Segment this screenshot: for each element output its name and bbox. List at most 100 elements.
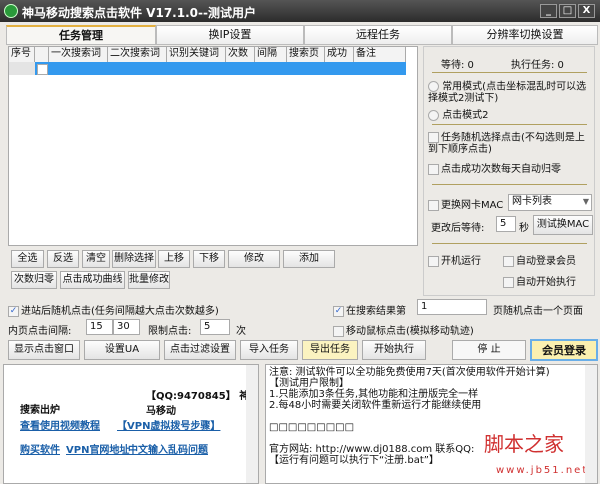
buy-software-link[interactable]: 购买软件 xyxy=(20,441,60,456)
divider xyxy=(432,184,587,185)
show-click-window-button[interactable]: 显示点击窗口 xyxy=(8,340,80,360)
checkbox-icon xyxy=(503,276,514,288)
random-click-checkbox[interactable]: ✓ 进站后随机点击(任务间隔越大点击次数越多) xyxy=(8,302,219,317)
col-notes[interactable]: 备注 xyxy=(354,47,406,62)
row-checkbox[interactable] xyxy=(37,64,48,75)
startup-checkbox[interactable]: 开机运行 xyxy=(428,252,481,267)
checkbox-icon xyxy=(428,199,439,211)
tab-resolution-settings[interactable]: 分辨率切换设置 xyxy=(452,25,598,45)
row-header xyxy=(9,62,35,75)
watermark-logo: 脚本之家 xyxy=(484,432,564,456)
random-select-label: 任务随机选择点击(不勾选则是上到下顺序点击) xyxy=(428,132,585,155)
interval-min-input[interactable]: 15 xyxy=(86,319,113,335)
mode2-label: 点击模式2 xyxy=(442,110,489,121)
checkbox-icon xyxy=(428,163,439,175)
notice-line: 2.每48小时需要关闭软件重新运行才能继续使用 xyxy=(269,400,482,411)
scrollbar[interactable] xyxy=(246,365,258,483)
success-curve-button[interactable]: 点击成功曲线 xyxy=(60,271,125,289)
reset-count-button[interactable]: 次数归零 xyxy=(11,271,57,289)
limit-label: 限制点击: xyxy=(148,326,192,337)
tab-remote-tasks[interactable]: 远程任务 xyxy=(304,25,452,45)
divider xyxy=(432,72,587,73)
tab-task-management[interactable]: 任务管理 xyxy=(6,25,156,45)
table-row[interactable] xyxy=(35,62,406,75)
move-up-button[interactable]: 上移 xyxy=(158,250,190,268)
auto-login-label: 自动登录会员 xyxy=(516,256,576,267)
col-count[interactable]: 次数 xyxy=(226,47,255,62)
member-login-button[interactable]: 会员登录 xyxy=(530,339,598,361)
checkbox-icon xyxy=(503,255,514,267)
start-button[interactable]: 开始执行 xyxy=(362,340,426,360)
move-down-button[interactable]: 下移 xyxy=(193,250,225,268)
nic-select-value: 网卡列表 xyxy=(512,196,552,207)
search-results-label: 在搜索结果第 xyxy=(346,306,406,317)
set-ua-button[interactable]: 设置UA xyxy=(84,340,160,360)
invert-selection-button[interactable]: 反选 xyxy=(47,250,79,268)
edit-button[interactable]: 修改 xyxy=(228,250,280,268)
divider xyxy=(432,243,587,244)
reset-daily-checkbox[interactable]: 点击成功次数每天自动归零 xyxy=(428,160,561,175)
mouse-move-checkbox[interactable]: 移动鼠标点击(模拟移动轨迹) xyxy=(333,322,474,337)
encoding-issue-link[interactable]: 中文输入乱码问题 xyxy=(128,441,208,456)
maximize-button[interactable]: □ xyxy=(559,4,576,18)
search-results-checkbox[interactable]: ✓ 在搜索结果第 xyxy=(333,302,406,317)
delete-selected-button[interactable]: 删除选择 xyxy=(112,250,156,268)
running-count: 执行任务: 0 xyxy=(511,60,564,71)
col-index[interactable]: 序号 xyxy=(9,47,35,62)
watermark-url: www.jb51.net xyxy=(496,465,589,476)
wait-after-label: 更改后等待: xyxy=(431,223,485,234)
stop-button[interactable]: 停 止 xyxy=(452,340,526,360)
auto-start-label: 自动开始执行 xyxy=(516,277,576,288)
vpn-steps-link[interactable]: 【VPN虚拟拨号步骤】 xyxy=(117,417,220,432)
filter-settings-button[interactable]: 点击过滤设置 xyxy=(164,340,236,360)
checkbox-icon xyxy=(428,132,439,143)
minimize-button[interactable]: _ xyxy=(540,4,557,18)
export-tasks-button[interactable]: 导出任务 xyxy=(302,340,358,360)
reset-daily-label: 点击成功次数每天自动归零 xyxy=(441,164,561,175)
change-mac-label: 更换网卡MAC xyxy=(441,200,504,211)
scrollbar[interactable] xyxy=(585,365,597,483)
close-button[interactable]: X xyxy=(578,4,595,18)
col-search-page[interactable]: 搜索页 xyxy=(287,47,325,62)
col-keyword2[interactable]: 二次搜索词 xyxy=(108,47,167,62)
interval-max-input[interactable]: 30 xyxy=(113,319,140,335)
random-click-label: 进站后随机点击(任务间隔越大点击次数越多) xyxy=(21,306,219,317)
tab-ip-settings[interactable]: 换IP设置 xyxy=(156,25,304,45)
chevron-down-icon: ▼ xyxy=(582,197,589,206)
mode1-radio[interactable]: 常用模式(点击坐标混乱时可以选择模式2测试下) xyxy=(428,81,593,104)
notice-line: 【测试用户限制】 xyxy=(269,378,349,389)
test-mac-button[interactable]: 测试换MAC xyxy=(533,215,593,235)
video-tutorial-link[interactable]: 查看使用视频教程 xyxy=(20,417,100,432)
radio-icon xyxy=(428,81,439,92)
mode2-radio[interactable]: 点击模式2 xyxy=(428,106,489,121)
checkbox-checked-icon: ✓ xyxy=(333,305,344,317)
auto-login-checkbox[interactable]: 自动登录会员 xyxy=(503,252,576,267)
notice-line xyxy=(269,411,579,422)
random-select-checkbox[interactable]: 任务随机选择点击(不勾选则是上到下顺序点击) xyxy=(428,132,593,155)
wait-seconds-input[interactable]: 5 xyxy=(496,216,516,232)
col-success[interactable]: 成功 xyxy=(325,47,354,62)
notice-line: 1.只能添加3条任务,其他功能和注册版完全一样 xyxy=(269,389,479,400)
limit-input[interactable]: 5 xyxy=(200,319,230,335)
col-check[interactable] xyxy=(35,47,49,62)
task-table[interactable] xyxy=(8,46,418,246)
col-keyword1[interactable]: 一次搜索词 xyxy=(49,47,108,62)
change-mac-checkbox[interactable]: 更换网卡MAC xyxy=(428,196,503,211)
import-tasks-button[interactable]: 导入任务 xyxy=(240,340,298,360)
mode1-label: 常用模式(点击坐标混乱时可以选择模式2测试下) xyxy=(428,81,587,104)
result-page-input[interactable]: 1 xyxy=(417,299,487,315)
title-bar: 神马移动搜索点击软件 V17.1.0--测试用户 _ □ X xyxy=(0,0,600,22)
batch-edit-button[interactable]: 批量修改 xyxy=(128,271,170,289)
col-match-keyword[interactable]: 识别关键词 xyxy=(167,47,226,62)
checkbox-checked-icon: ✓ xyxy=(8,305,19,317)
add-button[interactable]: 添加 xyxy=(283,250,335,268)
col-interval[interactable]: 间隔 xyxy=(255,47,287,62)
vpn-site-link[interactable]: VPN官网地址 xyxy=(66,441,129,456)
auto-start-checkbox[interactable]: 自动开始执行 xyxy=(503,273,576,288)
waiting-count: 等待: 0 xyxy=(441,60,474,71)
nic-select[interactable]: 网卡列表 ▼ xyxy=(508,194,592,211)
clear-button[interactable]: 清空 xyxy=(82,250,110,268)
info-subtitle: 搜索出炉 xyxy=(20,405,60,416)
inner-interval-label: 内页点击间隔: xyxy=(8,326,72,337)
select-all-button[interactable]: 全选 xyxy=(11,250,44,268)
